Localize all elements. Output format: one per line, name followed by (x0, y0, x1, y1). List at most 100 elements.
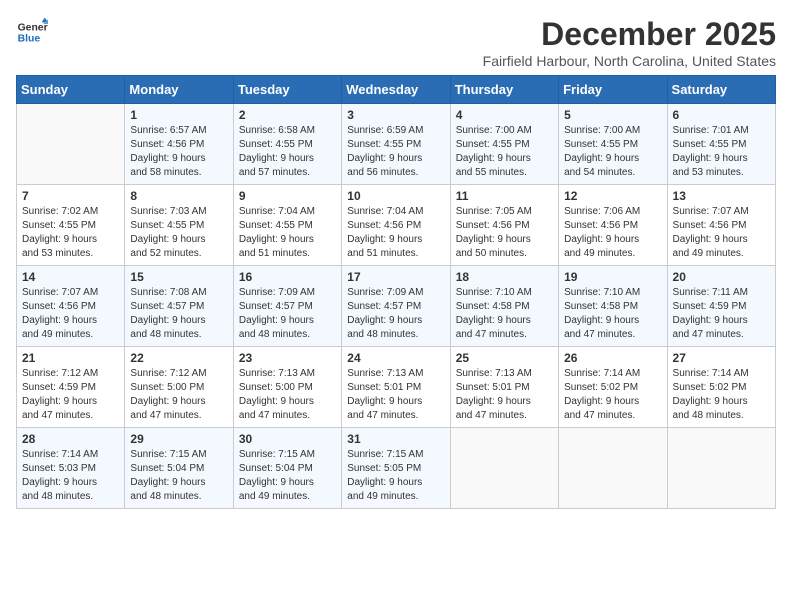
cell-info: Sunrise: 7:15 AM (130, 448, 227, 462)
cell-info: and 54 minutes. (564, 166, 661, 180)
calendar-cell: 15Sunrise: 7:08 AMSunset: 4:57 PMDayligh… (125, 266, 233, 347)
cell-info: Sunset: 5:00 PM (130, 381, 227, 395)
cell-info: and 47 minutes. (564, 328, 661, 342)
column-header-friday: Friday (559, 76, 667, 104)
cell-info: and 48 minutes. (130, 490, 227, 504)
cell-info: and 48 minutes. (239, 328, 336, 342)
cell-info: and 51 minutes. (239, 247, 336, 261)
day-number: 26 (564, 351, 661, 365)
column-header-thursday: Thursday (450, 76, 558, 104)
cell-info: Sunset: 4:55 PM (347, 138, 444, 152)
cell-info: Sunrise: 7:13 AM (347, 367, 444, 381)
calendar-cell: 6Sunrise: 7:01 AMSunset: 4:55 PMDaylight… (667, 104, 775, 185)
column-header-wednesday: Wednesday (342, 76, 450, 104)
cell-info: and 49 minutes. (22, 328, 119, 342)
cell-info: Daylight: 9 hours (347, 314, 444, 328)
calendar-week-row: 28Sunrise: 7:14 AMSunset: 5:03 PMDayligh… (17, 428, 776, 509)
cell-info: Daylight: 9 hours (673, 233, 770, 247)
cell-info: Daylight: 9 hours (456, 395, 553, 409)
calendar-cell: 29Sunrise: 7:15 AMSunset: 5:04 PMDayligh… (125, 428, 233, 509)
cell-info: Sunrise: 6:57 AM (130, 124, 227, 138)
day-number: 11 (456, 189, 553, 203)
column-header-monday: Monday (125, 76, 233, 104)
day-number: 6 (673, 108, 770, 122)
cell-info: Sunrise: 7:03 AM (130, 205, 227, 219)
calendar-cell: 13Sunrise: 7:07 AMSunset: 4:56 PMDayligh… (667, 185, 775, 266)
cell-info: Sunset: 5:05 PM (347, 462, 444, 476)
cell-info: Daylight: 9 hours (130, 476, 227, 490)
calendar-cell: 30Sunrise: 7:15 AMSunset: 5:04 PMDayligh… (233, 428, 341, 509)
cell-info: Sunrise: 7:15 AM (347, 448, 444, 462)
cell-info: Sunset: 5:04 PM (239, 462, 336, 476)
day-number: 25 (456, 351, 553, 365)
calendar-cell: 19Sunrise: 7:10 AMSunset: 4:58 PMDayligh… (559, 266, 667, 347)
day-number: 30 (239, 432, 336, 446)
cell-info: Sunrise: 6:58 AM (239, 124, 336, 138)
calendar-cell: 2 Sunrise: 6:58 AMSunset: 4:55 PMDaylight… (233, 104, 341, 185)
cell-info: Daylight: 9 hours (347, 152, 444, 166)
cell-info: and 47 minutes. (22, 409, 119, 423)
cell-info: Daylight: 9 hours (239, 233, 336, 247)
cell-info: Sunset: 5:02 PM (564, 381, 661, 395)
calendar-week-row: 21Sunrise: 7:12 AMSunset: 4:59 PMDayligh… (17, 347, 776, 428)
cell-info: Sunrise: 7:10 AM (564, 286, 661, 300)
cell-info: Sunrise: 7:09 AM (347, 286, 444, 300)
calendar-cell: 1Sunrise: 6:57 AMSunset: 4:56 PMDaylight… (125, 104, 233, 185)
cell-info: Daylight: 9 hours (564, 314, 661, 328)
day-number: 31 (347, 432, 444, 446)
calendar-cell (450, 428, 558, 509)
day-number: 9 (239, 189, 336, 203)
cell-info: and 47 minutes. (564, 409, 661, 423)
cell-info: Daylight: 9 hours (130, 314, 227, 328)
cell-info: and 55 minutes. (456, 166, 553, 180)
cell-info: Sunset: 4:55 PM (130, 219, 227, 233)
cell-info: Sunset: 4:57 PM (130, 300, 227, 314)
cell-info: Daylight: 9 hours (22, 233, 119, 247)
calendar-cell: 21Sunrise: 7:12 AMSunset: 4:59 PMDayligh… (17, 347, 125, 428)
cell-info: Sunrise: 7:01 AM (673, 124, 770, 138)
cell-info: Daylight: 9 hours (347, 233, 444, 247)
day-number: 28 (22, 432, 119, 446)
logo: General Blue (16, 16, 48, 48)
calendar-cell: 22Sunrise: 7:12 AMSunset: 5:00 PMDayligh… (125, 347, 233, 428)
cell-info: Sunrise: 7:00 AM (456, 124, 553, 138)
cell-info: Sunrise: 7:15 AM (239, 448, 336, 462)
cell-info: and 47 minutes. (456, 409, 553, 423)
cell-info: Daylight: 9 hours (22, 314, 119, 328)
cell-info: Sunrise: 7:06 AM (564, 205, 661, 219)
cell-info: and 49 minutes. (564, 247, 661, 261)
cell-info: Daylight: 9 hours (130, 233, 227, 247)
calendar-table: SundayMondayTuesdayWednesdayThursdayFrid… (16, 75, 776, 509)
cell-info: Sunset: 4:55 PM (239, 219, 336, 233)
day-number: 22 (130, 351, 227, 365)
cell-info: Sunset: 4:58 PM (456, 300, 553, 314)
cell-info: Daylight: 9 hours (456, 314, 553, 328)
cell-info: and 48 minutes. (130, 328, 227, 342)
calendar-cell (559, 428, 667, 509)
day-number: 2 (239, 108, 336, 122)
cell-info: Sunset: 5:02 PM (673, 381, 770, 395)
calendar-cell: 10Sunrise: 7:04 AMSunset: 4:56 PMDayligh… (342, 185, 450, 266)
cell-info: and 50 minutes. (456, 247, 553, 261)
cell-info: Daylight: 9 hours (239, 152, 336, 166)
cell-info: and 58 minutes. (130, 166, 227, 180)
cell-info: and 47 minutes. (239, 409, 336, 423)
cell-info: Sunrise: 7:10 AM (456, 286, 553, 300)
cell-info: Daylight: 9 hours (673, 314, 770, 328)
calendar-cell: 3Sunrise: 6:59 AMSunset: 4:55 PMDaylight… (342, 104, 450, 185)
cell-info: and 57 minutes. (239, 166, 336, 180)
day-number: 12 (564, 189, 661, 203)
cell-info: Sunset: 5:00 PM (239, 381, 336, 395)
day-number: 16 (239, 270, 336, 284)
cell-info: Daylight: 9 hours (130, 152, 227, 166)
calendar-cell: 24Sunrise: 7:13 AMSunset: 5:01 PMDayligh… (342, 347, 450, 428)
cell-info: Sunset: 5:03 PM (22, 462, 119, 476)
page-header: General Blue December 2025 Fairfield Har… (16, 16, 776, 69)
cell-info: and 48 minutes. (22, 490, 119, 504)
calendar-cell: 14Sunrise: 7:07 AMSunset: 4:56 PMDayligh… (17, 266, 125, 347)
cell-info: Sunset: 4:59 PM (673, 300, 770, 314)
cell-info: Sunrise: 7:07 AM (673, 205, 770, 219)
cell-info: Sunrise: 7:07 AM (22, 286, 119, 300)
calendar-cell: 11Sunrise: 7:05 AMSunset: 4:56 PMDayligh… (450, 185, 558, 266)
cell-info: Sunset: 4:55 PM (239, 138, 336, 152)
